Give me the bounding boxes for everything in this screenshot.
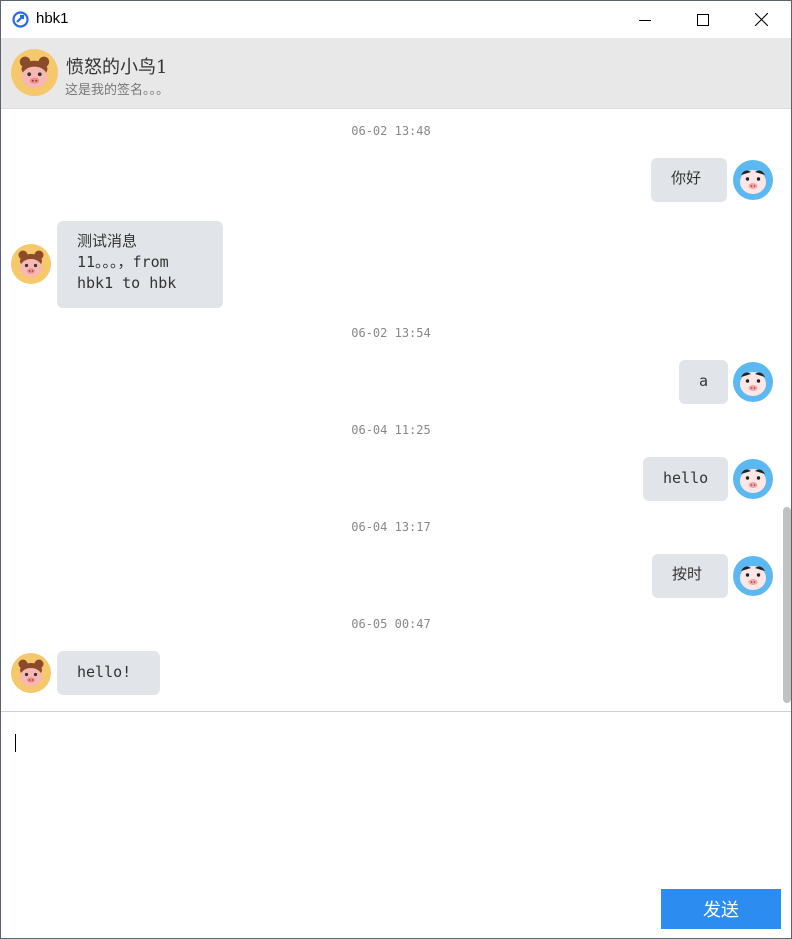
scrollbar-thumb[interactable]: [783, 507, 791, 703]
message-bubble-sent: a: [679, 360, 728, 404]
contact-signature: 这是我的签名。。。: [65, 83, 170, 98]
text-caret: [15, 734, 16, 752]
message-text: hello!: [77, 663, 132, 681]
self-avatar[interactable]: [733, 160, 773, 200]
contact-avatar-small[interactable]: [11, 653, 51, 693]
maximize-icon: [697, 13, 709, 26]
message-timestamp: 06-04 11:25: [351, 423, 431, 437]
maximize-button[interactable]: [674, 1, 732, 38]
contact-name: 愤怒的小鸟1: [66, 57, 168, 78]
self-avatar[interactable]: [733, 556, 773, 596]
app-logo-icon: [12, 11, 29, 28]
close-icon: [754, 13, 768, 26]
self-avatar[interactable]: [733, 459, 773, 499]
contact-header: 愤怒的小鸟1 这是我的签名。。。: [1, 38, 791, 109]
message-text-line: hbk1 to hbk: [77, 274, 177, 292]
message-text-line: 11。。。，from: [77, 253, 169, 271]
contact-avatar-small[interactable]: [11, 244, 51, 284]
message-timestamp: 06-04 13:17: [351, 520, 431, 534]
composer: 发送: [1, 711, 791, 938]
title-bar: hbk1: [1, 1, 791, 38]
message-text: a: [699, 372, 709, 390]
chat-window: hbk1 愤怒的小鸟1 这是我的签名。。。 06-02 13:48 你好 测试消…: [0, 0, 792, 939]
window-title: hbk1: [36, 10, 69, 27]
message-bubble-sent: 你好: [651, 158, 727, 202]
message-text: hello: [663, 469, 709, 487]
message-bubble-sent: hello: [643, 457, 728, 501]
message-text: 按时: [672, 565, 703, 583]
message-list[interactable]: 06-02 13:48 你好 测试消息 11。。。，from hbk1 to h…: [1, 109, 791, 711]
message-input[interactable]: [11, 724, 775, 888]
message-timestamp: 06-02 13:54: [351, 326, 431, 340]
minimize-button[interactable]: [616, 1, 674, 38]
contact-avatar[interactable]: [11, 49, 58, 96]
message-timestamp: 06-05 00:47: [351, 617, 431, 631]
message-bubble-received: hello!: [57, 651, 160, 695]
message-text-line: 测试消息: [77, 232, 138, 250]
minimize-icon: [639, 19, 651, 21]
close-button[interactable]: [732, 1, 790, 38]
message-bubble-received: 测试消息 11。。。，from hbk1 to hbk: [57, 221, 223, 308]
self-avatar[interactable]: [733, 362, 773, 402]
message-bubble-sent: 按时: [652, 554, 728, 598]
message-text: 你好: [671, 169, 702, 187]
message-timestamp: 06-02 13:48: [351, 124, 431, 138]
send-button[interactable]: 发送: [661, 889, 781, 929]
